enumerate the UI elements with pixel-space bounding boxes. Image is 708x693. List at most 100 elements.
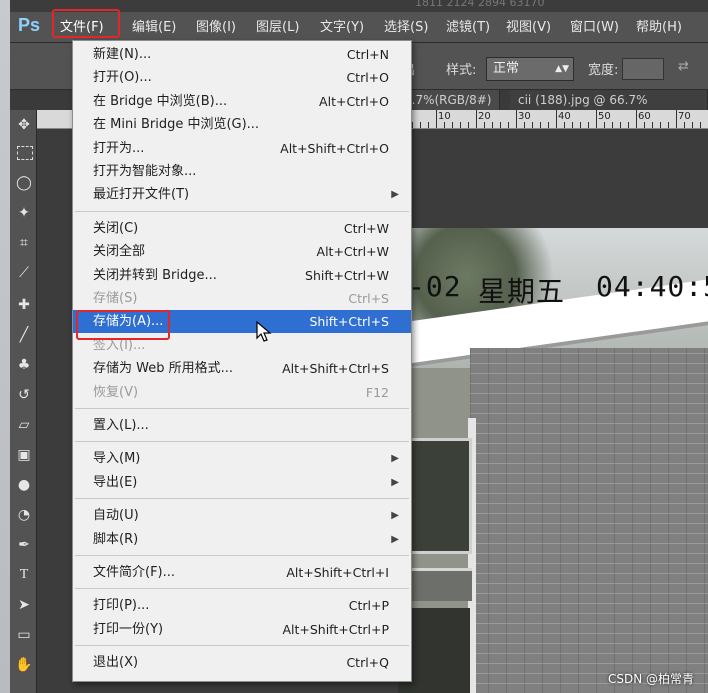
ruler-tick xyxy=(452,122,453,128)
menu-separator xyxy=(75,441,409,443)
file-menu-item[interactable]: 最近打开文件(T) ▶ xyxy=(73,183,411,206)
pen-tool-icon[interactable]: ✒ xyxy=(15,536,33,554)
file-menu-item[interactable]: 在 Mini Bridge 中浏览(G)... xyxy=(73,113,411,136)
menu-separator xyxy=(75,498,409,500)
file-menu-item[interactable]: 关闭并转到 Bridge... Shift+Ctrl+W xyxy=(73,264,411,287)
ruler-tick xyxy=(484,122,485,128)
move-tool-icon[interactable]: ✥ xyxy=(15,116,33,134)
file-menu-item[interactable]: 导出(E) ▶ xyxy=(73,471,411,494)
menu-item-shortcut: Alt+Shift+Ctrl+S xyxy=(282,361,389,377)
file-menu-item[interactable]: 自动(U) ▶ xyxy=(73,504,411,527)
ruler-tick xyxy=(596,110,597,128)
file-menu-item[interactable]: 打开为... Alt+Shift+Ctrl+O xyxy=(73,137,411,160)
menu-2[interactable]: 图像(I) xyxy=(196,18,236,38)
path-selection-icon[interactable]: ➤ xyxy=(15,596,33,614)
submenu-arrow-icon: ▶ xyxy=(391,189,399,201)
menu-separator xyxy=(75,588,409,590)
file-menu-item[interactable]: 打开为智能对象... xyxy=(73,160,411,183)
ruler-tick xyxy=(540,122,541,128)
tab-document-2[interactable]: cii (188).jpg @ 66.7%(RGB/8#) xyxy=(510,90,708,127)
shape-tool-icon[interactable]: ▭ xyxy=(15,626,33,644)
magic-wand-icon[interactable]: ✦ xyxy=(15,204,33,222)
ruler-label: 50 xyxy=(598,111,611,122)
ruler-label: 30 xyxy=(518,111,531,122)
marquee-tool-icon[interactable] xyxy=(17,146,33,160)
file-menu-item[interactable]: 新建(N)... Ctrl+N xyxy=(73,43,411,66)
ruler-tick xyxy=(412,122,413,128)
menu-item-label: 关闭(C) xyxy=(93,220,139,236)
file-menu-item: 恢复(V) F12 xyxy=(73,381,411,404)
dodge-tool-icon[interactable]: ◔ xyxy=(15,506,33,524)
lasso-tool-icon[interactable]: ◯ xyxy=(15,174,33,192)
menu-item-label: 自动(U) xyxy=(93,508,139,524)
ruler-tick xyxy=(652,122,653,128)
ruler-tick xyxy=(428,122,429,128)
menu-separator xyxy=(75,408,409,409)
ruler-tick xyxy=(524,122,525,128)
menu-3[interactable]: 图层(L) xyxy=(256,18,299,38)
menu-8[interactable]: 窗口(W) xyxy=(570,18,619,38)
menu-item-label: 打印(P)... xyxy=(93,598,150,614)
menu-separator xyxy=(75,645,409,647)
style-select[interactable]: 正常 ▲▼ xyxy=(486,57,574,81)
file-menu-item[interactable]: 打印(P)... Ctrl+P xyxy=(73,594,411,617)
ruler-tick xyxy=(436,110,437,128)
menu-7[interactable]: 视图(V) xyxy=(506,18,551,38)
canvas-image[interactable]: -02 星期五 04:40:5 xyxy=(398,228,708,693)
brush-tool-icon[interactable]: ╱ xyxy=(15,326,33,344)
photo-window xyxy=(406,438,472,554)
file-menu-item: 存储(S) Ctrl+S xyxy=(73,287,411,310)
menu-item-label: 导出(E) xyxy=(93,474,138,490)
blur-tool-icon[interactable]: ● xyxy=(15,476,33,494)
ruler-tick xyxy=(500,122,501,128)
submenu-arrow-icon: ▶ xyxy=(391,533,399,545)
file-menu-item[interactable]: 关闭全部 Alt+Ctrl+W xyxy=(73,240,411,263)
ruler-label: 10 xyxy=(438,111,451,122)
photoshop-window: 1811 2124 2894 63170 Ps 文件(F) 编辑(E) 图像(I) 图… xyxy=(10,0,708,693)
eraser-tool-icon[interactable]: ▱ xyxy=(15,416,33,434)
menu-item-shortcut: Ctrl+P xyxy=(348,598,389,614)
hand-tool-icon[interactable]: ✋ xyxy=(15,656,33,674)
menu-item-label: 恢复(V) xyxy=(93,384,139,400)
menu-6[interactable]: 滤镜(T) xyxy=(446,18,490,38)
menu-item-label: 脚本(R) xyxy=(93,531,139,547)
menu-item-shortcut: Ctrl+N xyxy=(346,47,389,62)
swap-icon[interactable]: ⇄ xyxy=(678,59,689,74)
ruler-tick xyxy=(508,122,509,128)
menu-item-label: 存储为 Web 所用格式... xyxy=(93,361,234,377)
crop-tool-icon[interactable]: ⌗ xyxy=(15,234,33,252)
timestamp-time: 04:40:5 xyxy=(596,270,708,303)
file-menu-item[interactable]: 退出(X) Ctrl+Q xyxy=(73,651,411,674)
menu-5[interactable]: 选择(S) xyxy=(384,18,428,38)
file-menu-item[interactable]: 脚本(R) ▶ xyxy=(73,528,411,551)
healing-brush-icon[interactable]: ✚ xyxy=(15,296,33,314)
history-brush-icon[interactable]: ↺ xyxy=(15,386,33,404)
ruler-tick xyxy=(444,122,445,128)
file-menu-item[interactable]: 导入(M) ▶ xyxy=(73,447,411,470)
file-menu-item[interactable]: 打印一份(Y) Alt+Shift+Ctrl+P xyxy=(73,618,411,641)
gradient-tool-icon[interactable]: ▣ xyxy=(15,446,33,464)
watermark: CSDN @柏常青 xyxy=(607,672,694,686)
ruler-tick xyxy=(604,122,605,128)
file-menu-item[interactable]: 存储为 Web 所用格式... Alt+Shift+Ctrl+S xyxy=(73,357,411,380)
ruler-tick xyxy=(556,110,557,128)
menu-item-label: 打印一份(Y) xyxy=(93,621,164,637)
ruler-tick xyxy=(684,122,685,128)
file-menu-item[interactable]: 关闭(C) Ctrl+W xyxy=(73,217,411,240)
file-menu-item[interactable]: 置入(L)... xyxy=(73,414,411,437)
ruler-tick xyxy=(572,122,573,128)
ruler-tick xyxy=(580,122,581,128)
type-tool-icon[interactable]: T xyxy=(15,566,33,584)
eyedropper-icon[interactable]: ⟋ xyxy=(15,264,33,282)
clone-stamp-icon[interactable]: ♣ xyxy=(15,356,33,374)
menu-9[interactable]: 帮助(H) xyxy=(636,18,682,38)
ruler-tick xyxy=(620,122,621,128)
file-menu-item[interactable]: 打开(O)... Ctrl+O xyxy=(73,66,411,89)
photoshop-logo: Ps xyxy=(18,15,41,35)
width-field[interactable] xyxy=(622,58,664,80)
menu-4[interactable]: 文字(Y) xyxy=(320,18,364,38)
menu-item-label: 打开为智能对象... xyxy=(93,164,197,179)
file-menu-item[interactable]: 在 Bridge 中浏览(B)... Alt+Ctrl+O xyxy=(73,90,411,113)
menu-1[interactable]: 编辑(E) xyxy=(132,18,176,38)
file-menu-item[interactable]: 文件简介(F)... Alt+Shift+Ctrl+I xyxy=(73,561,411,584)
